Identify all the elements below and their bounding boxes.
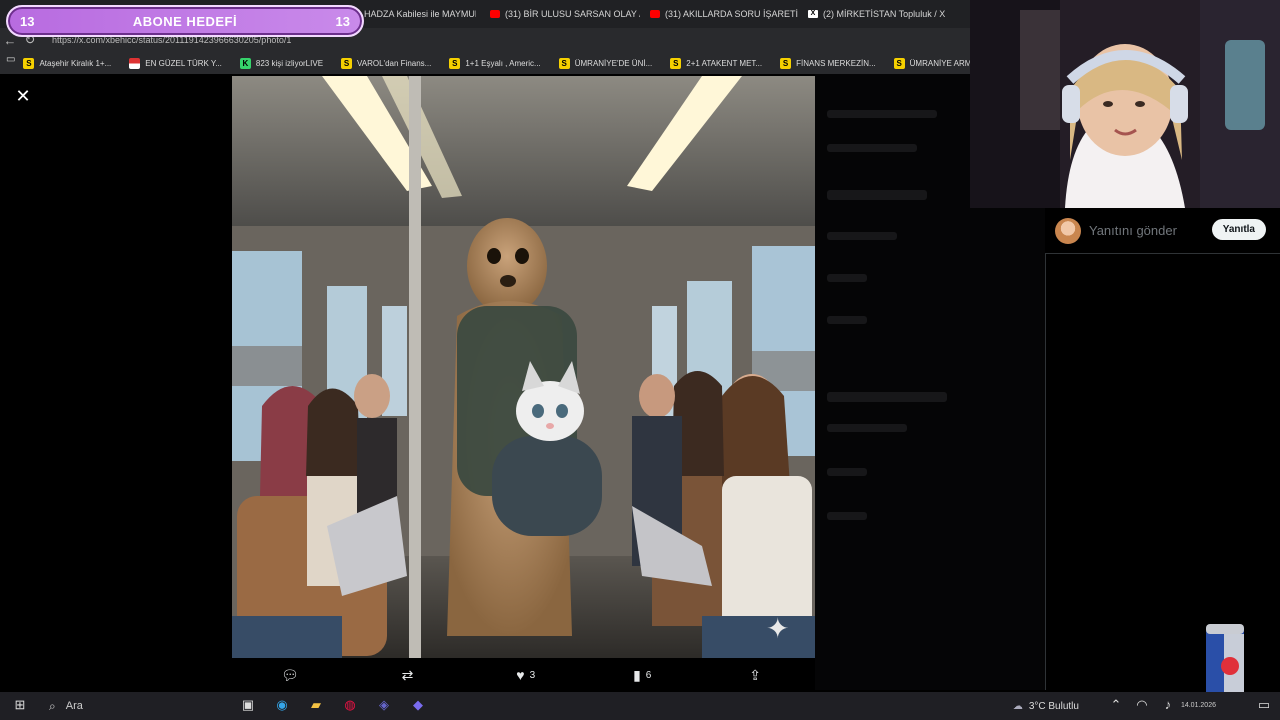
tab-akillarda[interactable]: (31) AKILLARDA SORU İŞARETİ Bİ ✕: [650, 4, 800, 24]
bookmark-label: 823 kişi izliyorLIVE: [255, 58, 324, 68]
obs-icon[interactable]: ◍: [340, 697, 360, 715]
webcam-overlay: [970, 0, 1280, 208]
taskbar-search[interactable]: ⌕ Ara: [41, 695, 231, 717]
system-tray: ☁ 3°C Bulutlu ⌃ ◠ ♪ 14.01.2026 ▭: [1013, 692, 1280, 720]
reply-box: Yanıtını gönder Yanıtla: [1045, 208, 1280, 254]
kick-icon: K: [239, 57, 251, 69]
youtube-icon: [490, 10, 500, 18]
file-explorer-icon[interactable]: ▰: [306, 697, 326, 715]
bookmark-label: Ataşehir Kiralık 1+...: [39, 58, 112, 68]
share-icon: ⇪: [749, 666, 761, 683]
notification-icon[interactable]: ▭: [1254, 697, 1274, 715]
placeholder-line: [827, 190, 927, 200]
bookmark-item[interactable]: S 1+1 Eşyalı , Americ...: [449, 57, 541, 69]
bookmark-label: ÜMRANİYE'DE ÜNİ...: [574, 58, 653, 68]
search-placeholder: Ara: [65, 700, 83, 712]
placeholder-line: [827, 392, 947, 402]
like-button[interactable]: ♥ 3: [516, 667, 535, 683]
weather-widget[interactable]: ☁ 3°C Bulutlu: [1013, 701, 1079, 712]
reply-input[interactable]: Yanıtını gönder: [1089, 223, 1177, 238]
views-button[interactable]: ▮ 6: [633, 667, 651, 684]
tab-label: (31) AKILLARDA SORU İŞARETİ Bİ: [665, 9, 800, 19]
bookmark-item[interactable]: S ÜMRANİYE'DE ÜNİ...: [558, 57, 653, 69]
windows-start-icon[interactable]: ⊞: [10, 697, 30, 715]
cloud-icon: ☁: [1012, 700, 1023, 712]
site-icon: S: [670, 57, 682, 69]
goal-title: ABONE HEDEFİ: [132, 13, 238, 29]
tab-mirketistan[interactable]: X (2) MİRKETİSTAN Topluluk / X ✕: [808, 4, 963, 24]
x-logo-icon: X: [808, 10, 818, 18]
post-action-bar: 💬︎ ⇄ ♥ 3 ▮ 6 ⇪: [232, 662, 815, 688]
app-icon[interactable]: ◈: [374, 697, 394, 715]
placeholder-line: [827, 424, 907, 432]
goal-current-count: 13: [20, 13, 35, 29]
tab-label: (2) MİRKETİSTAN Topluluk / X: [823, 9, 946, 19]
volume-icon[interactable]: ♪: [1158, 697, 1178, 715]
post-photo[interactable]: [232, 76, 815, 658]
weather-text: 3°C Bulutlu: [1028, 700, 1079, 712]
flag-icon: [129, 57, 141, 69]
site-icon: S: [893, 57, 905, 69]
comment-icon: 💬︎: [280, 666, 299, 683]
tab-label: (31) BİR ULUSU SARSAN OLAY / G: [505, 9, 640, 19]
placeholder-line: [827, 110, 937, 118]
bookmark-label: EN GÜZEL TÜRK Y...: [145, 58, 222, 68]
avatar: [1055, 217, 1081, 244]
streamer-webcam: [970, 0, 1280, 208]
site-icon: S: [341, 57, 353, 69]
bookmark-label: VAROL'dan Finans...: [357, 58, 432, 68]
placeholder-line: [827, 468, 867, 476]
bookmark-item[interactable]: S VAROL'dan Finans...: [341, 57, 432, 69]
reply-button[interactable]: Yanıtla: [1211, 219, 1266, 240]
like-count: 3: [529, 669, 536, 681]
windows-taskbar: ⊞ ⌕ Ara ▣ ◉ ▰ ◍ ◈ ◆ ☁ 3°C Bulutlu ⌃ ◠ ♪ …: [0, 692, 1280, 720]
tab-hadza[interactable]: HADZA Kabilesi ile MAYMUN ✕: [364, 4, 476, 24]
site-icon: S: [449, 57, 461, 69]
network-icon[interactable]: ◠: [1132, 697, 1152, 715]
site-icon: S: [558, 57, 570, 69]
bookmarks-menu-icon[interactable]: ▭: [6, 54, 15, 72]
subscriber-goal-widget: 13 ABONE HEDEFİ 13: [6, 5, 364, 37]
repost-icon: ⇄: [401, 666, 414, 683]
tab-ulusu[interactable]: (31) BİR ULUSU SARSAN OLAY / G ✕: [490, 4, 640, 24]
ai-sparkle-icon: ✦: [766, 613, 790, 644]
tab-label: HADZA Kabilesi ile MAYMUN: [364, 9, 476, 19]
bookmark-label: FİNANS MERKEZİN...: [796, 58, 876, 68]
repost-button[interactable]: ⇄: [402, 667, 419, 684]
placeholder-line: [827, 274, 867, 282]
placeholder-line: [827, 232, 897, 240]
youtube-icon: [650, 10, 660, 18]
subway-meerkat-image: [232, 76, 815, 658]
heart-icon: ♥: [516, 667, 525, 683]
bookmark-item[interactable]: K 823 kişi izliyorLIVE: [239, 57, 324, 69]
views-count: 6: [645, 669, 652, 681]
task-view-icon[interactable]: ▣: [238, 697, 258, 715]
chevron-up-icon[interactable]: ⌃: [1106, 697, 1126, 715]
share-button[interactable]: ⇪: [749, 667, 766, 684]
discord-icon[interactable]: ◆: [408, 697, 428, 715]
search-icon: ⌕: [49, 698, 56, 713]
site-icon: S: [780, 57, 792, 69]
placeholder-line: [827, 144, 917, 152]
close-icon[interactable]: ✕: [14, 87, 32, 105]
bookmark-item[interactable]: S Ataşehir Kiralık 1+...: [23, 57, 112, 69]
bar-chart-icon: ▮: [633, 666, 641, 683]
screen: HADZA Kabilesi ile MAYMUN ✕ (31) BİR ULU…: [0, 0, 1280, 720]
bookmark-item[interactable]: EN GÜZEL TÜRK Y...: [129, 57, 222, 69]
bookmarks-bar: ▭ S Ataşehir Kiralık 1+... EN GÜZEL TÜRK …: [0, 52, 983, 74]
bookmark-label: 1+1 Eşyalı , Americ...: [465, 58, 541, 68]
placeholder-line: [827, 512, 867, 520]
reply-button[interactable]: 💬︎: [281, 667, 304, 684]
clock-date: 14.01.2026: [1180, 702, 1216, 709]
site-icon: S: [23, 57, 35, 69]
bookmark-item[interactable]: S FİNANS MERKEZİN...: [780, 57, 876, 69]
bookmark-label: 2+1 ATAKENT MET...: [686, 58, 763, 68]
goal-target-count: 13: [335, 13, 350, 29]
edge-browser-icon[interactable]: ◉: [272, 697, 292, 715]
bookmark-item[interactable]: S 2+1 ATAKENT MET...: [670, 57, 763, 69]
placeholder-line: [827, 316, 867, 324]
